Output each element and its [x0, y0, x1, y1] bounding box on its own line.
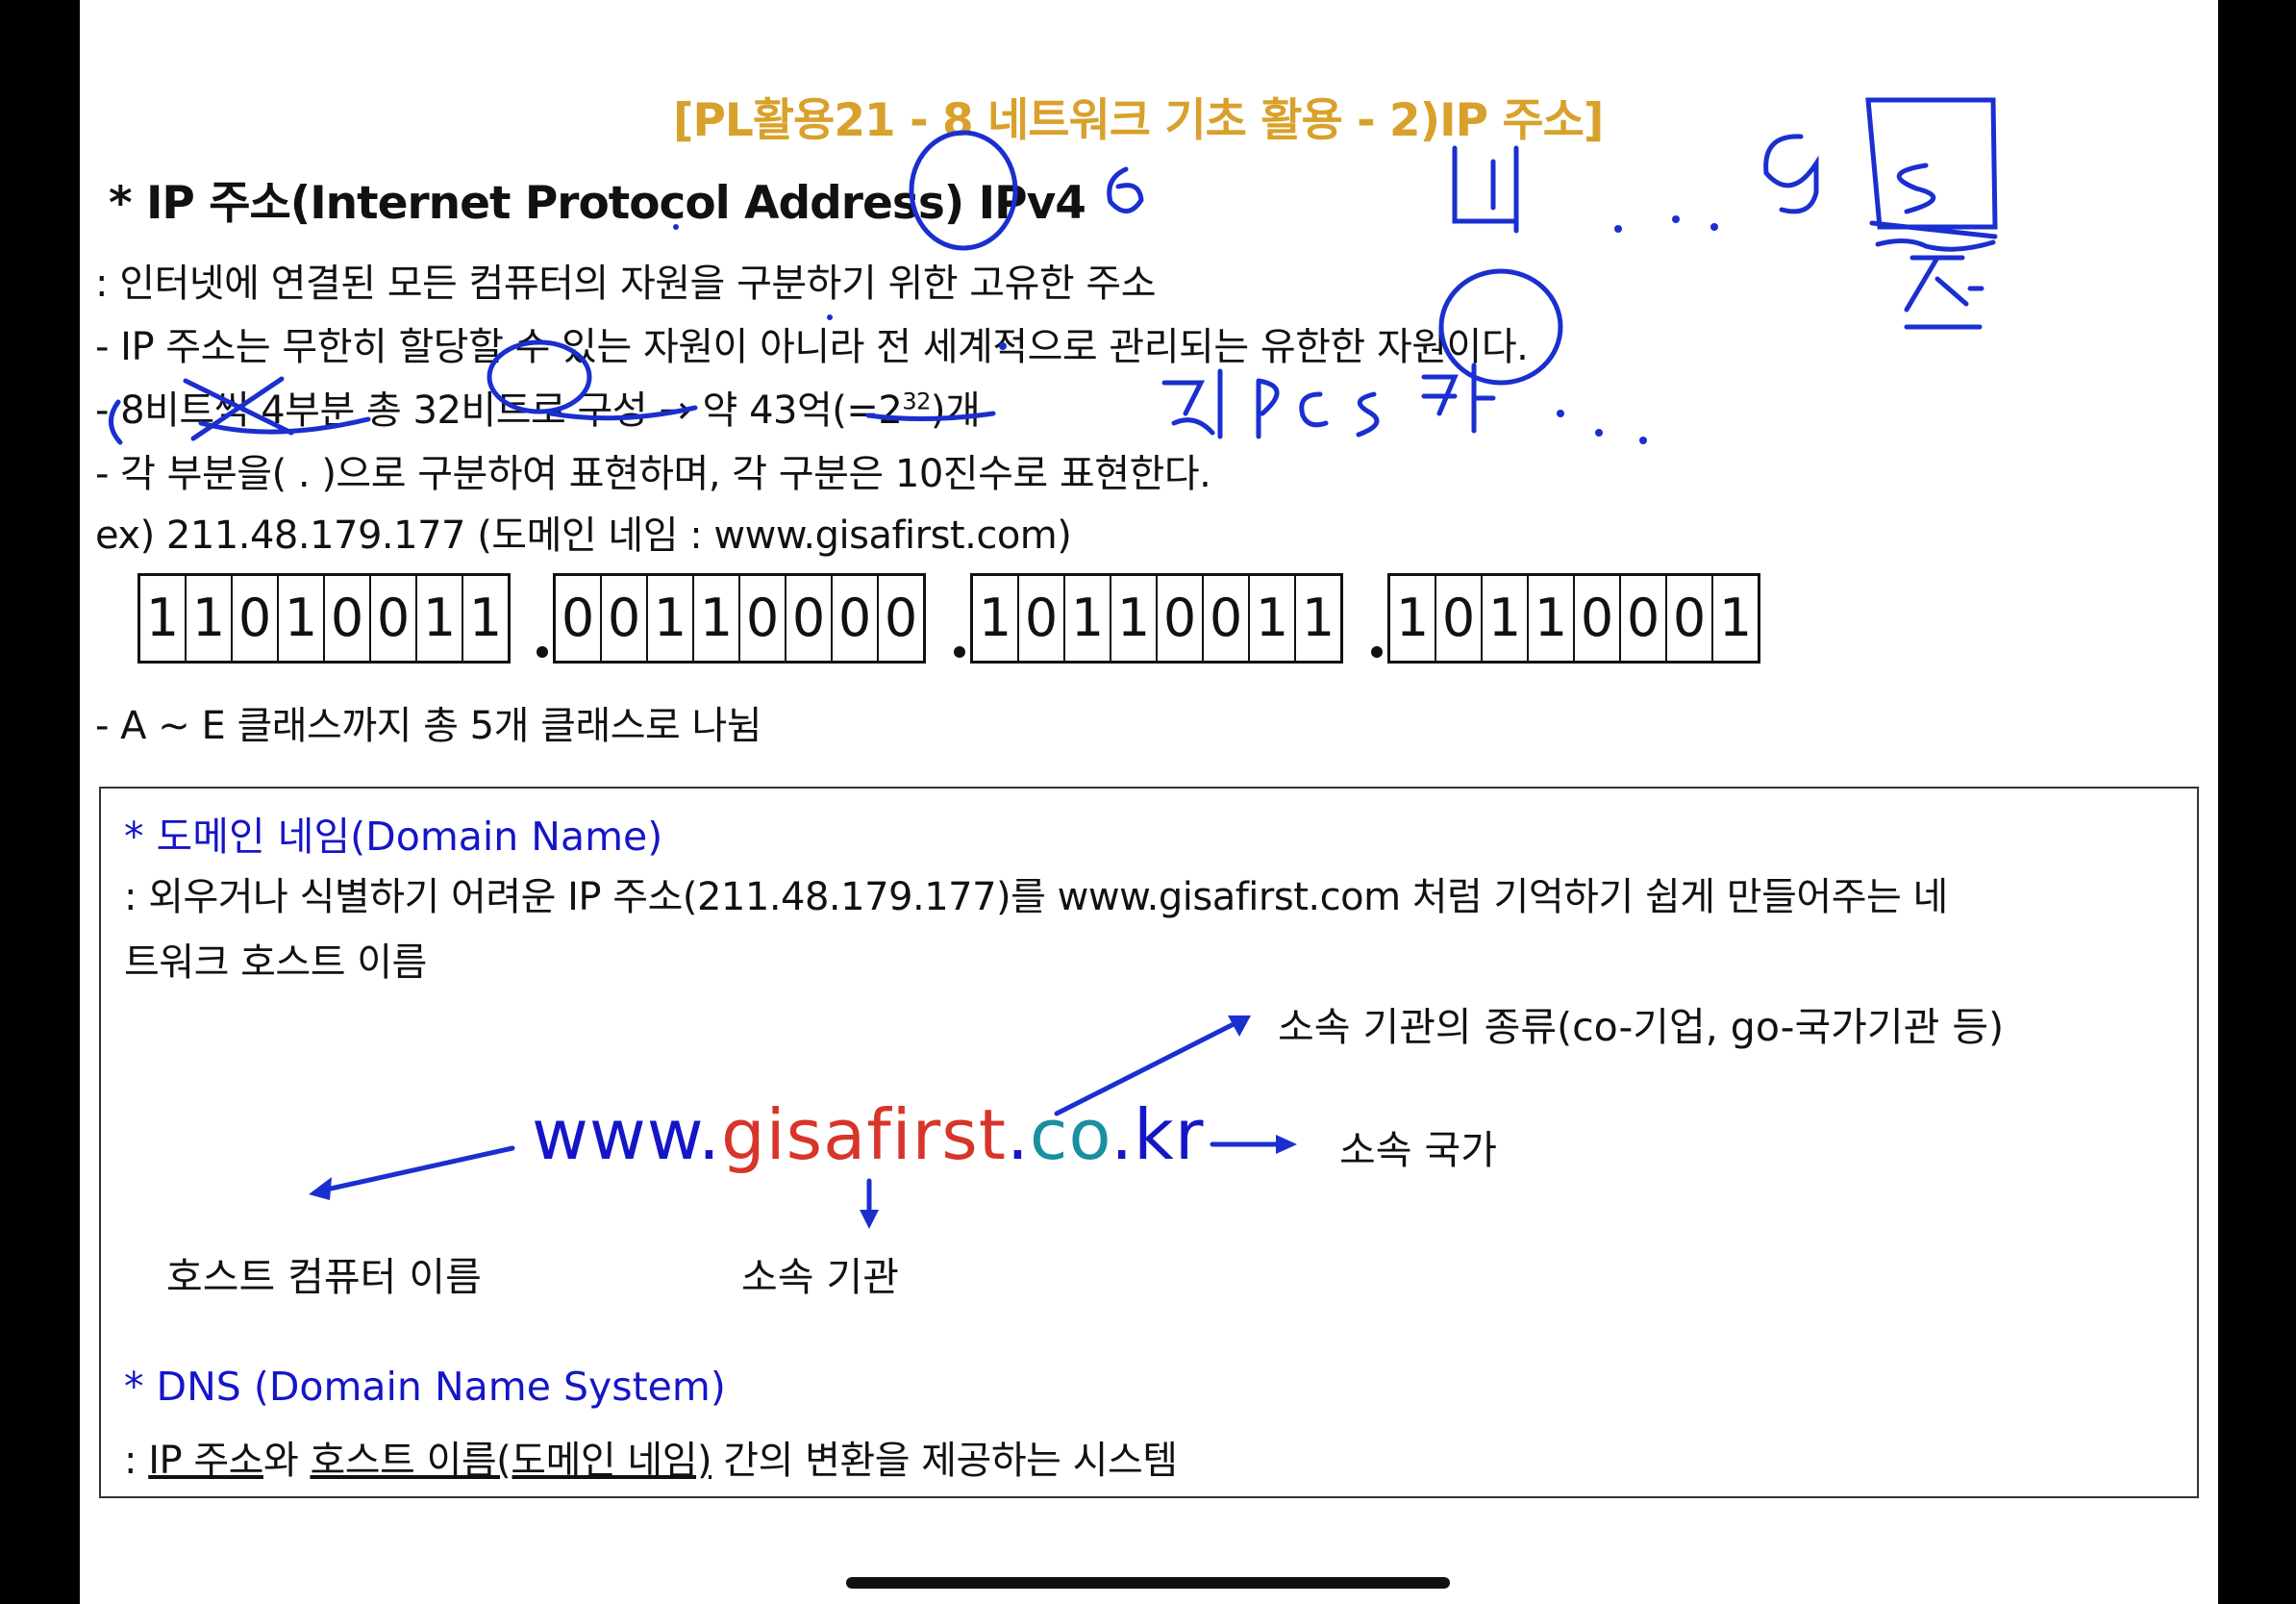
- circle-ipv4: [909, 130, 1018, 251]
- ink-ki: [1421, 363, 1496, 434]
- home-indicator[interactable]: [846, 1577, 1450, 1589]
- ink-s: [1896, 163, 1936, 214]
- ink-s2: [1356, 391, 1380, 438]
- handwritten-annotations: [109, 97, 1998, 445]
- lecture-page: [PL활용21 - 8 네트워크 기초 활용 - 2)IP 주소] * IP 주…: [80, 0, 2218, 1604]
- ink-ne: [1452, 145, 1519, 234]
- bracket: [109, 399, 123, 445]
- circle-finite: [1438, 268, 1563, 386]
- ink-geol: [1161, 368, 1223, 439]
- underline-4parts: [198, 416, 371, 435]
- squiggle-43: [865, 411, 996, 422]
- circle-32bit: [487, 339, 592, 414]
- squiggle-underline: [548, 405, 698, 421]
- ink-g: [1763, 134, 1819, 214]
- ink-jeon: [1904, 255, 1984, 330]
- ink-pc: [1256, 378, 1329, 439]
- box-s: [1865, 97, 1998, 230]
- box-s-scribble: [1875, 238, 1996, 252]
- ink-six: [1107, 166, 1144, 213]
